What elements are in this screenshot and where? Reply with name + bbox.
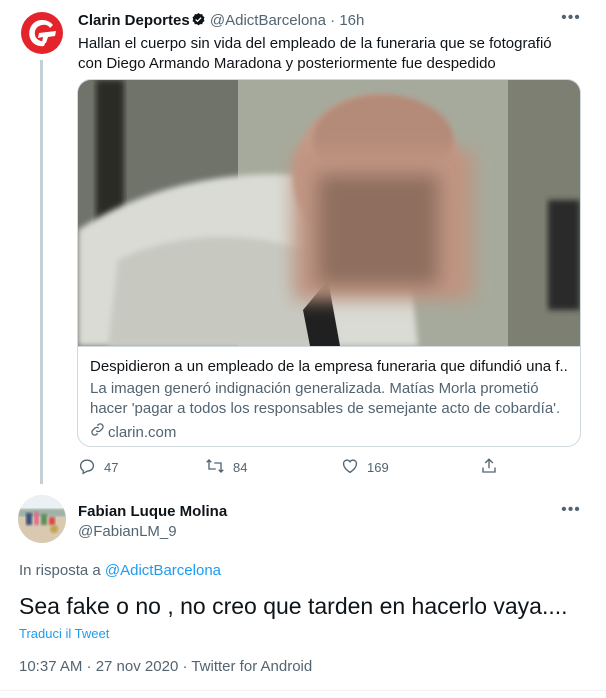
- tweet-header: Clarin Deportes @AdictBarcelona · 16h: [78, 11, 364, 32]
- retweet-icon: [205, 457, 233, 478]
- replying-to-prefix: In risposta a: [19, 562, 101, 579]
- more-icon[interactable]: •••: [561, 10, 581, 27]
- thread-connector-line: [40, 60, 43, 484]
- replying-to: In risposta a @AdictBarcelona: [19, 561, 221, 580]
- tweet-text: Hallan el cuerpo sin vida del empleado d…: [78, 35, 552, 72]
- reply-action[interactable]: 47: [78, 457, 118, 477]
- card-title: Despidieron a un empleado de la empresa …: [90, 358, 568, 375]
- share-action[interactable]: [480, 457, 506, 477]
- link-preview-card[interactable]: Despidieron a un empleado de la empresa …: [77, 79, 581, 447]
- tweet-thread-page: Clarin Deportes @AdictBarcelona · 16h ••…: [0, 0, 606, 698]
- reply-author-name[interactable]: Fabian Luque Molina: [78, 502, 227, 521]
- translate-tweet-link[interactable]: Traduci il Tweet: [19, 625, 109, 642]
- card-description: La imagen generó indignación generalizad…: [90, 380, 561, 417]
- reply-more-icon[interactable]: •••: [561, 502, 581, 519]
- header-separator: ·: [330, 12, 336, 29]
- card-image: [78, 80, 580, 346]
- reply-text: Sea fake o no , no creo que tarden en ha…: [19, 593, 568, 619]
- reply-count: 47: [104, 459, 119, 475]
- clarin-deportes-avatar[interactable]: [19, 10, 65, 56]
- verified-icon: [191, 12, 206, 32]
- tweet-time[interactable]: 16h: [339, 12, 364, 29]
- author-name[interactable]: Clarin Deportes: [78, 12, 190, 29]
- like-action[interactable]: 169: [341, 457, 389, 477]
- link-icon: [90, 422, 108, 443]
- card-body: Despidieron a un empleado de la empresa …: [78, 346, 580, 446]
- like-count: 169: [367, 459, 389, 475]
- tweet-meta[interactable]: 10:37 AM · 27 nov 2020 · Twitter for And…: [19, 657, 312, 676]
- reply-icon: [78, 457, 104, 478]
- divider: [0, 690, 606, 691]
- clarin-logo-icon: [21, 12, 63, 54]
- retweet-action[interactable]: 84: [205, 457, 247, 477]
- card-domain: clarin.com: [108, 423, 177, 441]
- fabian-avatar[interactable]: [18, 495, 66, 543]
- replying-to-handle[interactable]: @AdictBarcelona: [105, 562, 221, 579]
- share-icon: [480, 457, 506, 478]
- like-icon: [341, 457, 367, 478]
- card-domain-row: clarin.com: [90, 422, 568, 443]
- retweet-count: 84: [233, 459, 248, 475]
- author-handle[interactable]: @AdictBarcelona: [210, 12, 326, 29]
- reply-author-handle[interactable]: @FabianLM_9: [78, 522, 177, 541]
